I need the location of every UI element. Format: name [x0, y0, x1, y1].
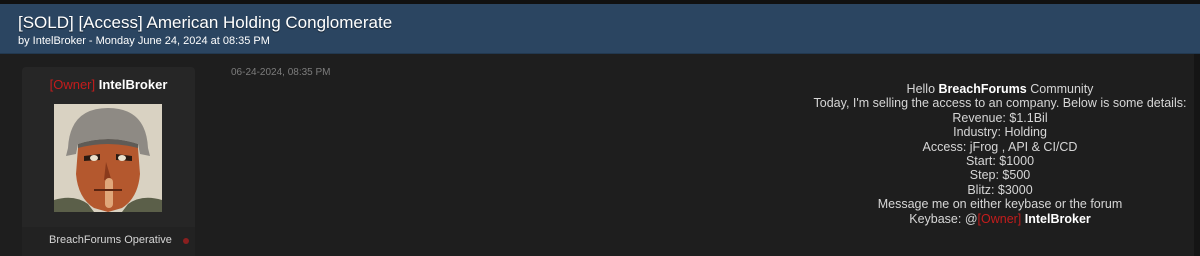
blitz-line: Blitz: $3000: [967, 182, 1033, 197]
revenue-line: Revenue: $1.1Bil: [952, 110, 1048, 125]
access-line: Access: jFrog , API & CI/CD: [922, 139, 1078, 154]
post: [Owner] IntelBroker BreachForums Operati…: [0, 54, 1200, 256]
keybase-line: Keybase: @[Owner] IntelBroker: [790, 212, 1200, 226]
industry-line: Industry: Holding: [953, 125, 1047, 140]
avatar[interactable]: [54, 104, 162, 212]
author-footer: BreachForums Operative: [22, 227, 195, 256]
post-body: Hello BreachForums Community Today, I'm …: [790, 82, 1200, 226]
owner-tag: [Owner]: [49, 77, 96, 92]
thread-header: [SOLD] [Access] American Holding Conglom…: [0, 4, 1200, 54]
author-username: IntelBroker: [98, 77, 168, 92]
scrollbar-edge: [1194, 54, 1200, 256]
start-line: Start: $1000: [965, 154, 1035, 169]
keybase-prefix: Keybase: @: [909, 211, 978, 226]
greeting-prefix: Hello: [906, 82, 939, 96]
author-card: [Owner] IntelBroker: [22, 67, 195, 240]
greeting-line: Hello BreachForums Community: [790, 82, 1200, 96]
contact-line: Message me on either keybase or the foru…: [877, 197, 1123, 212]
post-date[interactable]: 06-24-2024, 08:35 PM: [231, 67, 331, 78]
step-line: Step: $500: [969, 168, 1031, 183]
status-dot-icon: [183, 238, 189, 244]
greeting-forum-name: BreachForums: [938, 82, 1027, 96]
thread-title: [SOLD] [Access] American Holding Conglom…: [18, 13, 393, 32]
thread-byline[interactable]: by IntelBroker - Monday June 24, 2024 at…: [18, 35, 270, 47]
avatar-image: [54, 104, 162, 212]
keybase-username[interactable]: IntelBroker: [1025, 212, 1091, 226]
keybase-owner-tag[interactable]: [Owner]: [978, 212, 1022, 226]
author-rank: BreachForums Operative: [49, 234, 172, 246]
greeting-suffix: Community: [1026, 82, 1094, 96]
intro-line: Today, I'm selling the access to an comp…: [813, 96, 1187, 111]
author-name-link[interactable]: [Owner] IntelBroker: [22, 77, 195, 92]
